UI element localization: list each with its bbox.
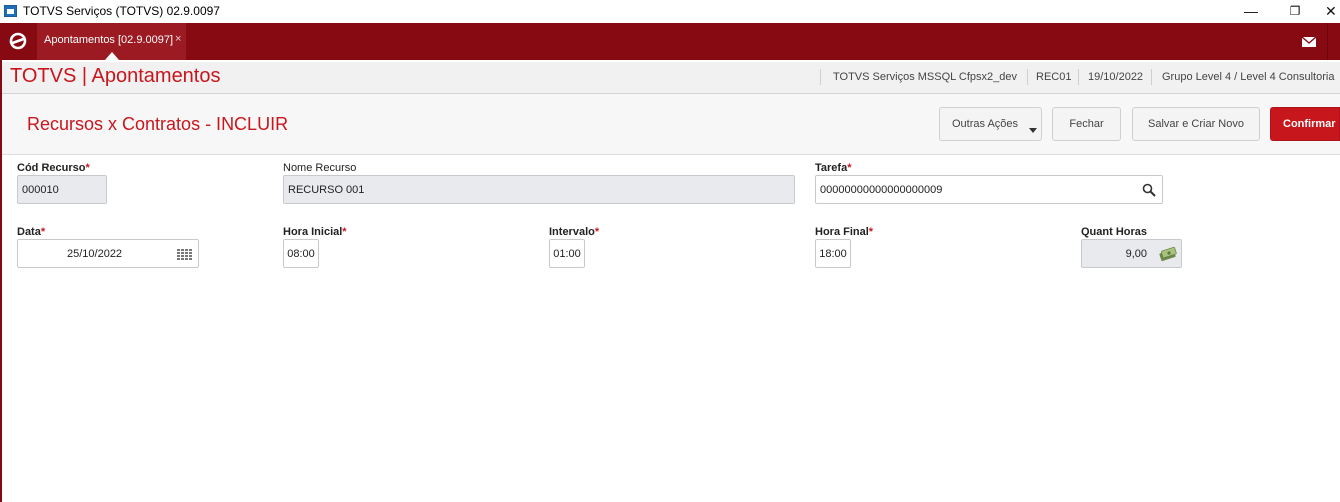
hora-inicial-field[interactable]: 08:00 — [283, 239, 319, 268]
hora-final-field[interactable]: 18:00 — [815, 239, 851, 268]
app-title: TOTVS | Apontamentos — [10, 65, 221, 87]
quant-horas-label: Quant Horas — [1081, 226, 1148, 238]
quant-horas-field[interactable]: 9,00 — [1081, 239, 1182, 268]
active-tab-indicator — [105, 52, 119, 60]
window-title: TOTVS Serviços (TOTVS) 02.9.0097 — [23, 4, 220, 18]
tab-apontamentos[interactable]: Apontamentos [02.9.0097] × — [37, 23, 186, 60]
minimize-button[interactable]: — — [1236, 2, 1266, 20]
app-icon — [4, 5, 17, 17]
divider — [1078, 69, 1079, 85]
data-field[interactable]: 25/10/2022 — [17, 239, 199, 268]
app-header: TOTVS | Apontamentos TOTVS Serviços MSSQ… — [2, 62, 1340, 94]
save-and-new-button[interactable]: Salvar e Criar Novo — [1132, 107, 1260, 141]
tab-bar: Apontamentos [02.9.0097] × — [0, 23, 1340, 60]
divider — [1027, 69, 1028, 85]
other-actions-label: Outras Ações — [952, 118, 1019, 130]
confirm-button[interactable]: Confirmar — [1270, 107, 1340, 141]
search-icon[interactable] — [1142, 183, 1156, 197]
nome-recurso-label: Nome Recurso — [283, 162, 357, 174]
intervalo-field[interactable]: 01:00 — [549, 239, 585, 268]
date-info: 19/10/2022 — [1088, 71, 1144, 83]
tab-close-icon[interactable]: × — [175, 33, 181, 45]
group-info: Grupo Level 4 / Level 4 Consultoria — [1162, 71, 1335, 83]
totvs-logo-icon[interactable] — [8, 31, 28, 51]
close-button[interactable]: Fechar — [1052, 107, 1121, 141]
money-icon — [1159, 247, 1177, 261]
data-label: Data* — [17, 226, 46, 238]
form-header: Recursos x Contratos - INCLUIR Outras Aç… — [2, 94, 1340, 155]
chevron-down-icon — [1029, 128, 1037, 133]
user-info: REC01 — [1036, 71, 1072, 83]
nome-recurso-field[interactable]: RECURSO 001 — [283, 175, 795, 204]
divider — [820, 69, 821, 85]
cod-recurso-label: Cód Recurso* — [17, 162, 90, 174]
divider — [1151, 69, 1152, 85]
tab-label: Apontamentos [02.9.0097] — [44, 34, 174, 46]
mail-icon[interactable] — [1292, 27, 1326, 56]
form-title: Recursos x Contratos - INCLUIR — [27, 114, 289, 134]
calendar-icon[interactable] — [177, 249, 192, 260]
tab-bar-divider — [1327, 23, 1328, 60]
environment-info: TOTVS Serviços MSSQL Cfpsx2_dev — [833, 71, 1018, 83]
close-window-button[interactable]: ✕ — [1325, 2, 1340, 20]
window-title-bar: TOTVS Serviços (TOTVS) 02.9.0097 — ❐ ✕ — [0, 0, 1340, 23]
intervalo-label: Intervalo* — [549, 226, 600, 238]
restore-button[interactable]: ❐ — [1280, 2, 1310, 20]
tarefa-field[interactable]: 00000000000000000009 — [815, 175, 1163, 204]
cod-recurso-field[interactable]: 000010 — [17, 175, 107, 204]
hora-final-label: Hora Final* — [815, 226, 874, 238]
other-actions-button[interactable]: Outras Ações — [939, 107, 1042, 141]
tarefa-label: Tarefa* — [815, 162, 852, 174]
hora-inicial-label: Hora Inicial* — [283, 226, 347, 238]
